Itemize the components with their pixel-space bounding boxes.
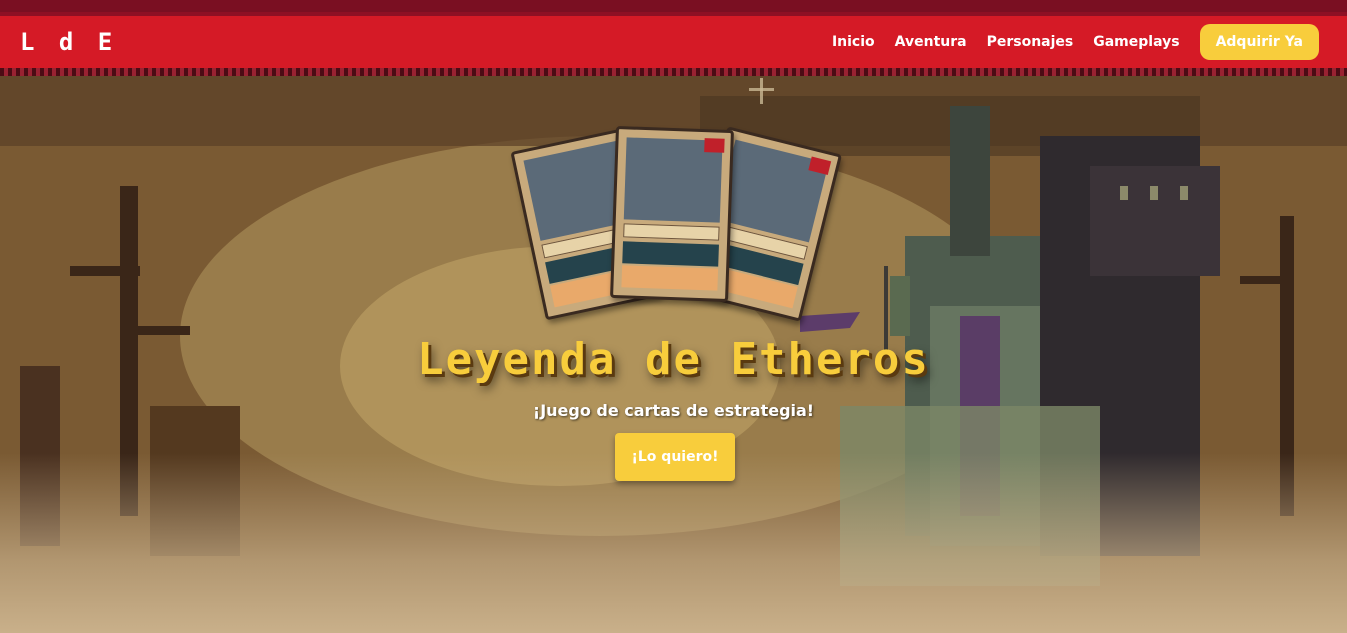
card-stat-row bbox=[623, 223, 720, 241]
card-cost-gem bbox=[704, 138, 725, 153]
card-bottom bbox=[621, 265, 719, 291]
adquirir-ya-button[interactable]: Adquirir Ya bbox=[1199, 24, 1319, 60]
hero-section: Leyenda de Etheros ¡Juego de cartas de e… bbox=[0, 76, 1347, 633]
card-center bbox=[610, 125, 734, 303]
site-logo[interactable]: L d E bbox=[20, 28, 117, 56]
navbar: L d E Inicio Aventura Personajes Gamepla… bbox=[0, 12, 1347, 68]
card-icons bbox=[622, 241, 719, 267]
nav-item-personajes[interactable]: Personajes bbox=[987, 34, 1074, 50]
lo-quiero-button[interactable]: ¡Lo quiero! bbox=[615, 433, 735, 481]
hero-subtitle: ¡Juego de cartas de estrategia! bbox=[532, 401, 815, 420]
nav-menu: Inicio Aventura Personajes Gameplays Adq… bbox=[832, 24, 1319, 60]
nav-dashed-border bbox=[0, 68, 1347, 76]
hero-title: Leyenda de Etheros bbox=[417, 334, 930, 385]
nav-item-aventura[interactable]: Aventura bbox=[895, 34, 967, 50]
top-strip bbox=[0, 0, 1347, 12]
nav-item-inicio[interactable]: Inicio bbox=[832, 34, 875, 50]
hero-cards bbox=[510, 122, 843, 322]
nav-item-gameplays[interactable]: Gameplays bbox=[1093, 34, 1179, 50]
